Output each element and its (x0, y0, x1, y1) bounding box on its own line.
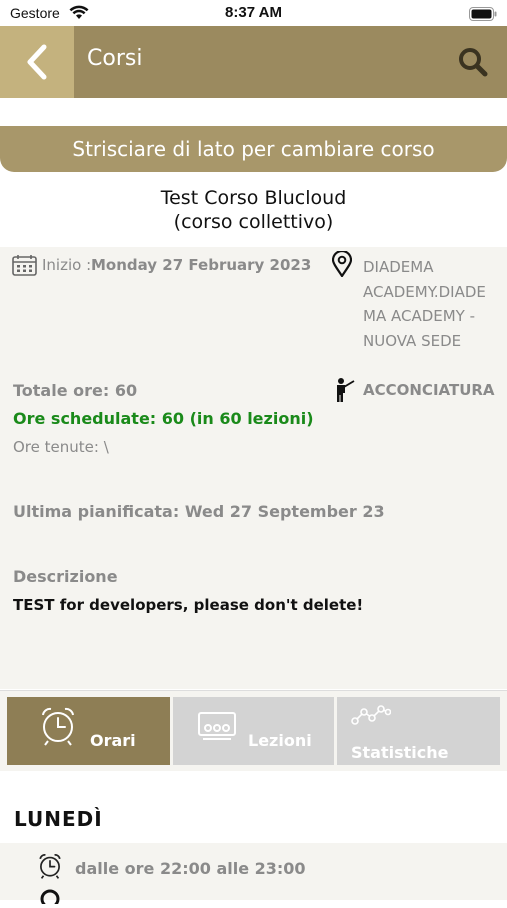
description-label: Descrizione (13, 567, 118, 586)
start-date: Monday 27 February 2023 (91, 256, 312, 274)
day-title: LUNEDÌ (14, 807, 103, 831)
back-button[interactable] (0, 26, 74, 98)
alarm-clock-icon (39, 706, 77, 750)
tab-orari-label: Orari (90, 731, 136, 750)
calendar-icon (12, 254, 37, 280)
tab-statistiche-label: Statistiche (351, 743, 449, 762)
day-header: LUNEDÌ (0, 795, 507, 843)
search-button[interactable] (457, 46, 489, 82)
description-text: TEST for developers, please don't delete… (13, 596, 364, 614)
chevron-left-icon (27, 44, 47, 80)
section-tabs: Orari Lezioni Statistiche (0, 690, 507, 771)
location-name: DIADEMA ACADEMY.DIADE MA ACADEMY - NUOVA… (363, 258, 486, 350)
hours-held: Ore tenute: \ (13, 438, 109, 456)
tab-lezioni[interactable]: Lezioni (173, 697, 334, 765)
location-pin-icon (39, 888, 61, 908)
tab-orari[interactable]: Orari (7, 697, 170, 765)
clock: 8:37 AM (225, 4, 282, 21)
page-title: Corsi (87, 46, 143, 71)
status-bar: Gestore 8:37 AM (0, 0, 507, 26)
location-pin-icon (331, 249, 353, 281)
nav-bar: Corsi (0, 26, 507, 98)
schedule-slot: dalle ore 22:00 alle 23:00 (0, 843, 507, 908)
tab-statistiche[interactable]: Statistiche (337, 697, 500, 765)
battery-icon (469, 6, 497, 25)
course-name: Test Corso Blucloud (160, 187, 347, 209)
swipe-hint-banner: Strisciare di lato per cambiare corso (0, 126, 507, 172)
line-chart-icon (351, 703, 392, 731)
scheduled-hours: Ore schedulate: 60 (in 60 lezioni) (13, 409, 314, 428)
course-info-panel: Inizio : Monday 27 February 2023 DIADEMA… (0, 247, 507, 689)
tab-lezioni-label: Lezioni (248, 731, 312, 750)
course-title: Test Corso Blucloud (corso collettivo) (0, 186, 507, 234)
total-hours: Totale ore: 60 (13, 381, 138, 400)
classroom-icon (197, 711, 237, 747)
last-planned: Ultima pianificata: Wed 27 September 23 (13, 502, 385, 521)
teacher-icon (334, 377, 356, 407)
course-type: (corso collettivo) (173, 211, 334, 233)
slot-time: dalle ore 22:00 alle 23:00 (75, 859, 306, 878)
alarm-clock-icon (37, 853, 63, 883)
search-icon (459, 48, 488, 77)
start-label: Inizio : (42, 256, 92, 274)
course-category: ACCONCIATURA (363, 381, 495, 399)
